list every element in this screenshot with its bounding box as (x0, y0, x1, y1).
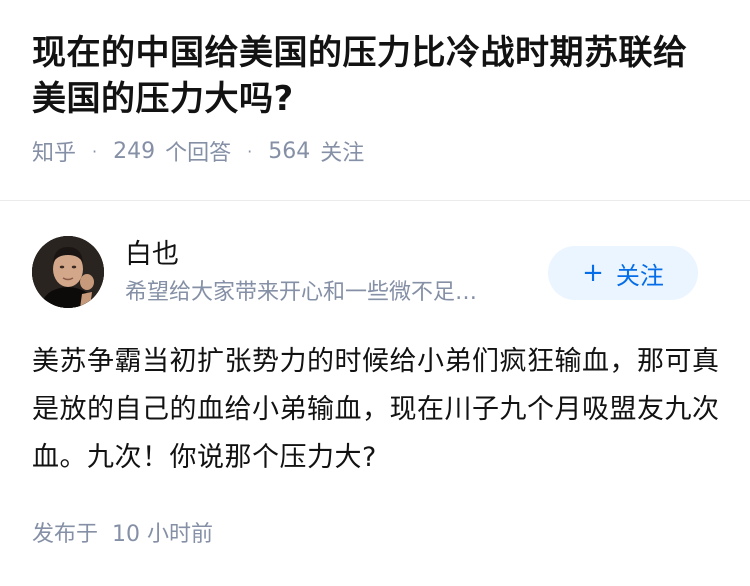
answer-body[interactable]: 美苏争霸当初扩张势力的时候给小弟们疯狂输血，那可真是放的自己的血给小弟输血，现在… (32, 338, 722, 482)
question-meta: 知乎 · 249 个回答 · 564 关注 (32, 135, 720, 167)
question-header: 现在的中国给美国的压力比冷战时期苏联给美国的压力大吗? 知乎 · 249 个回答… (0, 0, 750, 166)
author-row: 白也 希望给大家带来开心和一些微不足… + 关注 (32, 236, 718, 308)
plus-icon: + (582, 258, 604, 288)
publish-info: 发布于 10 小时前 (32, 517, 213, 547)
author-bio: 希望给大家带来开心和一些微不足… (125, 280, 478, 305)
follow-label: 关注 (615, 261, 664, 290)
meta-separator: · (92, 141, 98, 161)
avatar[interactable] (32, 236, 104, 308)
question-source[interactable]: 知乎 (32, 135, 76, 167)
answers-count: 249 (113, 138, 156, 164)
follows-label[interactable]: 关注 (320, 135, 364, 167)
publish-time: 10 小时前 (112, 522, 214, 547)
answers-label[interactable]: 个回答 (165, 135, 231, 167)
section-divider (0, 200, 750, 201)
author-name[interactable]: 白也 (125, 238, 179, 272)
follow-button[interactable]: + 关注 (548, 246, 698, 300)
meta-separator: · (247, 141, 253, 161)
question-title[interactable]: 现在的中国给美国的压力比冷战时期苏联给美国的压力大吗? (32, 30, 720, 122)
answer-text: 美苏争霸当初扩张势力的时候给小弟们疯狂输血，那可真是放的自己的血给小弟输血，现在… (32, 346, 720, 473)
publish-label: 发布于 (32, 522, 99, 547)
avatar-portrait-icon (32, 236, 104, 308)
follows-count: 564 (268, 138, 311, 164)
